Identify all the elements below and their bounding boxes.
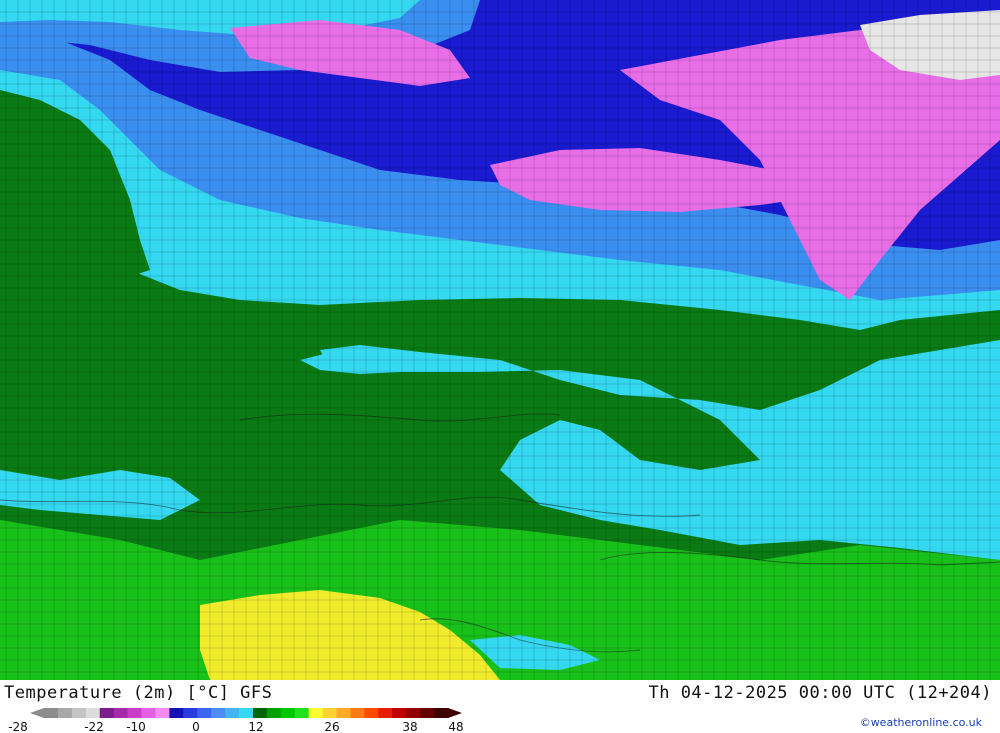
legend-arrow-left xyxy=(30,708,44,718)
credit-link[interactable]: ©weatheronline.co.uk xyxy=(860,716,982,729)
temperature-map xyxy=(0,0,1000,680)
legend-tick-label: 0 xyxy=(192,720,200,733)
legend-swatch xyxy=(71,708,87,718)
legend-swatch xyxy=(155,708,170,718)
legend-tick-label: 48 xyxy=(448,720,463,733)
legend-swatch xyxy=(169,708,184,718)
legend-swatch xyxy=(322,708,338,718)
bottom-bar: Temperature (2m) [°C] GFS Th 04-12-2025 … xyxy=(0,680,1000,733)
map-title: Temperature (2m) [°C] GFS xyxy=(4,683,273,703)
legend-swatch xyxy=(44,708,59,718)
legend-swatch xyxy=(406,708,421,718)
legend-swatch xyxy=(392,708,407,718)
legend-tick-label: -10 xyxy=(126,720,146,733)
legend-swatch xyxy=(364,708,379,718)
legend-swatch xyxy=(252,708,268,718)
legend-swatch xyxy=(266,708,282,718)
legend-swatch xyxy=(197,708,212,718)
legend-tick-label: 26 xyxy=(324,720,339,733)
legend-swatches xyxy=(30,708,462,718)
legend-swatch xyxy=(113,708,129,718)
run-info: Th 04-12-2025 00:00 UTC (12+204) xyxy=(648,683,992,703)
legend-tick-label: -28 xyxy=(8,720,28,733)
legend-tick-label: -22 xyxy=(84,720,104,733)
legend-swatch xyxy=(57,708,73,718)
legend-swatch xyxy=(434,708,449,718)
legend-swatch xyxy=(294,708,310,718)
legend-swatch xyxy=(183,708,198,718)
temperature-field xyxy=(0,0,1000,680)
legend-arrow-right xyxy=(448,708,462,718)
legend-swatch xyxy=(141,708,157,718)
legend-swatch xyxy=(85,708,101,718)
legend-swatch xyxy=(99,708,115,718)
legend-swatch xyxy=(280,708,296,718)
legend-swatch xyxy=(127,708,143,718)
legend-tick-label: 12 xyxy=(248,720,263,733)
legend-swatch xyxy=(225,708,240,718)
legend-swatch xyxy=(239,708,254,718)
legend-swatch xyxy=(378,708,393,718)
legend-tick-label: 38 xyxy=(402,720,417,733)
legend-swatch xyxy=(350,708,366,718)
legend-swatch xyxy=(308,708,324,718)
legend-ticks: -28 -22 -10 0 12 26 38 48 xyxy=(8,720,463,733)
color-legend: -28 -22 -10 0 12 26 38 48 xyxy=(8,708,464,733)
legend-swatch xyxy=(420,708,435,718)
legend-swatch xyxy=(211,708,226,718)
legend-swatch xyxy=(336,708,352,718)
